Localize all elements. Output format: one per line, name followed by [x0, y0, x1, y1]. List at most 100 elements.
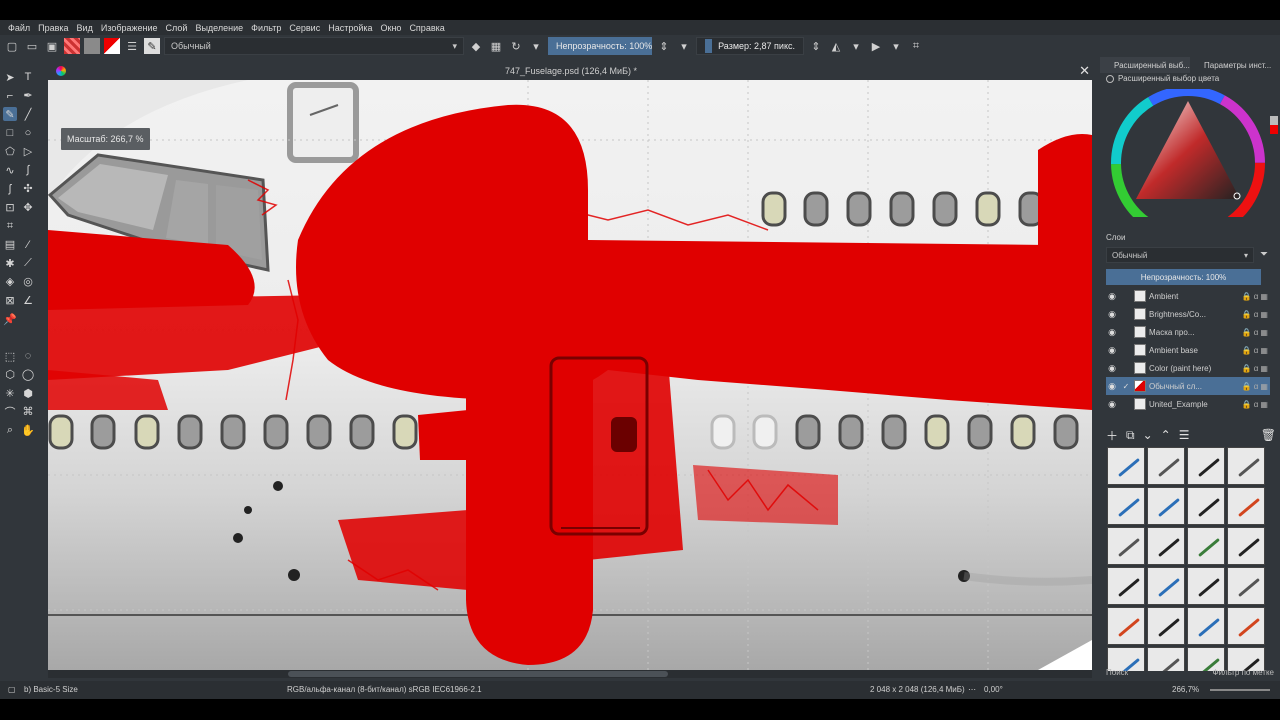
layer-row[interactable]: ◉ ✓ Обычный сл... 🔒α▦ [1106, 377, 1270, 395]
eraser-icon[interactable]: ◆ [468, 38, 484, 54]
hue-ring-triangle[interactable] [1105, 89, 1270, 217]
chevron-down-icon[interactable]: ▾ [848, 38, 864, 54]
menu-edit[interactable]: Правка [34, 23, 72, 33]
fg-bg-color-icon[interactable] [104, 38, 120, 54]
layer-row[interactable]: ◉ United_Example 🔒α▦ [1106, 395, 1270, 413]
select-shapes-icon[interactable]: ➤ [3, 70, 17, 84]
brush-preset[interactable] [1227, 607, 1265, 645]
menu-help[interactable]: Справка [405, 23, 448, 33]
layer-properties-icon[interactable]: ☰ [1179, 428, 1190, 442]
brush-preset[interactable] [1147, 527, 1185, 565]
eye-icon[interactable]: ◉ [1106, 399, 1118, 410]
pan-tool-icon[interactable]: ✋ [21, 424, 35, 438]
document-tab[interactable]: 747_Fuselage.psd (126,4 МиБ) * ✕ [48, 62, 1094, 80]
ellipse-select-icon[interactable]: ◌ [21, 349, 35, 363]
spin-arrows-icon[interactable]: ⇕ [656, 38, 672, 54]
tab-advanced-color[interactable]: Расширенный выб... [1100, 57, 1190, 73]
bezier-select-icon[interactable]: ⌒ [3, 405, 17, 419]
brush-preset[interactable] [1147, 447, 1185, 485]
eye-icon[interactable]: ◉ [1106, 309, 1118, 320]
bezier-tool-icon[interactable]: ∿ [3, 163, 17, 177]
eye-icon[interactable]: ◉ [1106, 327, 1118, 338]
layer-row[interactable]: ◉ Маска про... 🔒α▦ [1106, 323, 1270, 341]
add-layer-icon[interactable]: ＋ [1106, 427, 1118, 444]
chevron-down-icon[interactable]: ▾ [888, 38, 904, 54]
color-selector[interactable] [1100, 89, 1280, 217]
blend-mode-select[interactable]: Обычный ▾ [164, 37, 464, 55]
eye-icon[interactable]: ◉ [1106, 363, 1118, 374]
layer-flags-icon[interactable]: 🔒α▦ [1242, 382, 1270, 391]
layer-flags-icon[interactable]: 🔒α▦ [1242, 328, 1270, 337]
canvas[interactable]: Масштаб: 266,7 % [48, 80, 1092, 670]
filter-by-tag-checkbox[interactable]: Фильтр по метке [1213, 668, 1275, 677]
filter-icon[interactable]: ⏷ [1260, 249, 1268, 260]
freehand-brush-icon[interactable]: ✎ [3, 107, 17, 122]
layer-flags-icon[interactable]: 🔒α▦ [1242, 292, 1270, 301]
brush-preset[interactable] [1187, 447, 1225, 485]
brush-preset[interactable] [1107, 487, 1145, 525]
brush-preset[interactable] [1107, 607, 1145, 645]
alpha-lock-icon[interactable]: ▦ [488, 38, 504, 54]
brush-preset[interactable] [1227, 527, 1265, 565]
freehand-path-icon[interactable]: ∫ [21, 163, 35, 177]
tab-tool-options[interactable]: Параметры инст... [1190, 57, 1280, 73]
layer-row[interactable]: ◉ Ambient base 🔒α▦ [1106, 341, 1270, 359]
text-tool-icon[interactable]: T [21, 70, 35, 84]
layer-row[interactable]: ◉ Ambient 🔒α▦ [1106, 287, 1270, 305]
line-tool-icon[interactable]: ╱ [21, 107, 35, 121]
layer-check-icon[interactable]: ✓ [1121, 382, 1131, 391]
save-icon[interactable]: ▣ [44, 38, 60, 54]
gradient-swatch[interactable] [64, 38, 80, 54]
duplicate-layer-icon[interactable]: ⧉ [1126, 428, 1135, 443]
move-tool-icon[interactable]: ✥ [21, 200, 35, 214]
color-picker-icon[interactable]: ⁄ [21, 238, 35, 252]
scrollbar-thumb[interactable] [288, 671, 668, 677]
menu-view[interactable]: Вид [73, 23, 97, 33]
pattern-swatch[interactable] [84, 38, 100, 54]
brush-preset[interactable] [1187, 487, 1225, 525]
calligraphy-icon[interactable]: ✒ [21, 89, 35, 103]
transform-tool-icon[interactable]: ⊡ [3, 200, 17, 214]
gradient-tool-icon[interactable]: ▤ [3, 238, 17, 252]
fg-bg-swatch[interactable] [1270, 116, 1278, 134]
brush-preset-icon[interactable]: ✎ [144, 38, 160, 54]
zoom-slider[interactable] [1210, 689, 1270, 691]
chevron-down-icon[interactable]: ▾ [528, 38, 544, 54]
move-up-icon[interactable]: ⌃ [1161, 428, 1171, 442]
brush-preset[interactable] [1147, 567, 1185, 605]
reference-tool-icon[interactable]: 📌 [3, 312, 17, 326]
horizontal-scrollbar[interactable] [48, 670, 1092, 678]
brush-preset[interactable] [1227, 567, 1265, 605]
menu-layer[interactable]: Слой [162, 23, 192, 33]
zoom-tool-icon[interactable]: ⌕ [3, 424, 17, 438]
polygon-select-icon[interactable]: ⬡ [3, 368, 17, 382]
fill-tool-icon[interactable]: ◈ [3, 275, 17, 289]
dynamic-brush-icon[interactable]: ʃ [3, 182, 17, 196]
new-document-icon[interactable]: ▢ [4, 38, 20, 54]
move-down-icon[interactable]: ⌄ [1143, 428, 1153, 442]
menu-window[interactable]: Окно [377, 23, 406, 33]
brush-preset[interactable] [1227, 447, 1265, 485]
status-rotation[interactable]: 0,00° [984, 685, 1003, 694]
status-zoom[interactable]: 266,7% [1172, 685, 1199, 694]
layer-row[interactable]: ◉ Brightness/Co... 🔒α▦ [1106, 305, 1270, 323]
rect-select-icon[interactable]: ⬚ [3, 349, 17, 363]
size-slider[interactable]: Размер: 2,87 пикс. [696, 37, 804, 55]
enclose-fill-icon[interactable]: ◎ [21, 275, 35, 289]
menu-image[interactable]: Изображение [97, 23, 162, 33]
eye-icon[interactable]: ◉ [1106, 291, 1118, 302]
crop-tool-icon[interactable]: ⌗ [3, 219, 17, 233]
menu-select[interactable]: Выделение [191, 23, 247, 33]
layer-flags-icon[interactable]: 🔒α▦ [1242, 310, 1270, 319]
status-brush-name[interactable]: b) Basic-5 Size [24, 685, 78, 694]
layer-row[interactable]: ◉ Color (paint here) 🔒α▦ [1106, 359, 1270, 377]
smart-patch-icon[interactable]: ✱ [3, 256, 17, 270]
magnetic-select-icon[interactable]: ⌘ [21, 405, 35, 419]
menu-filter[interactable]: Фильтр [247, 23, 285, 33]
edit-shapes-icon[interactable]: ⌐ [3, 89, 17, 103]
brush-preset[interactable] [1147, 487, 1185, 525]
menu-file[interactable]: Файл [4, 23, 34, 33]
contiguous-select-icon[interactable]: ✳ [3, 386, 17, 400]
brush-preset[interactable] [1107, 527, 1145, 565]
brush-settings-icon[interactable]: ☰ [124, 38, 140, 54]
